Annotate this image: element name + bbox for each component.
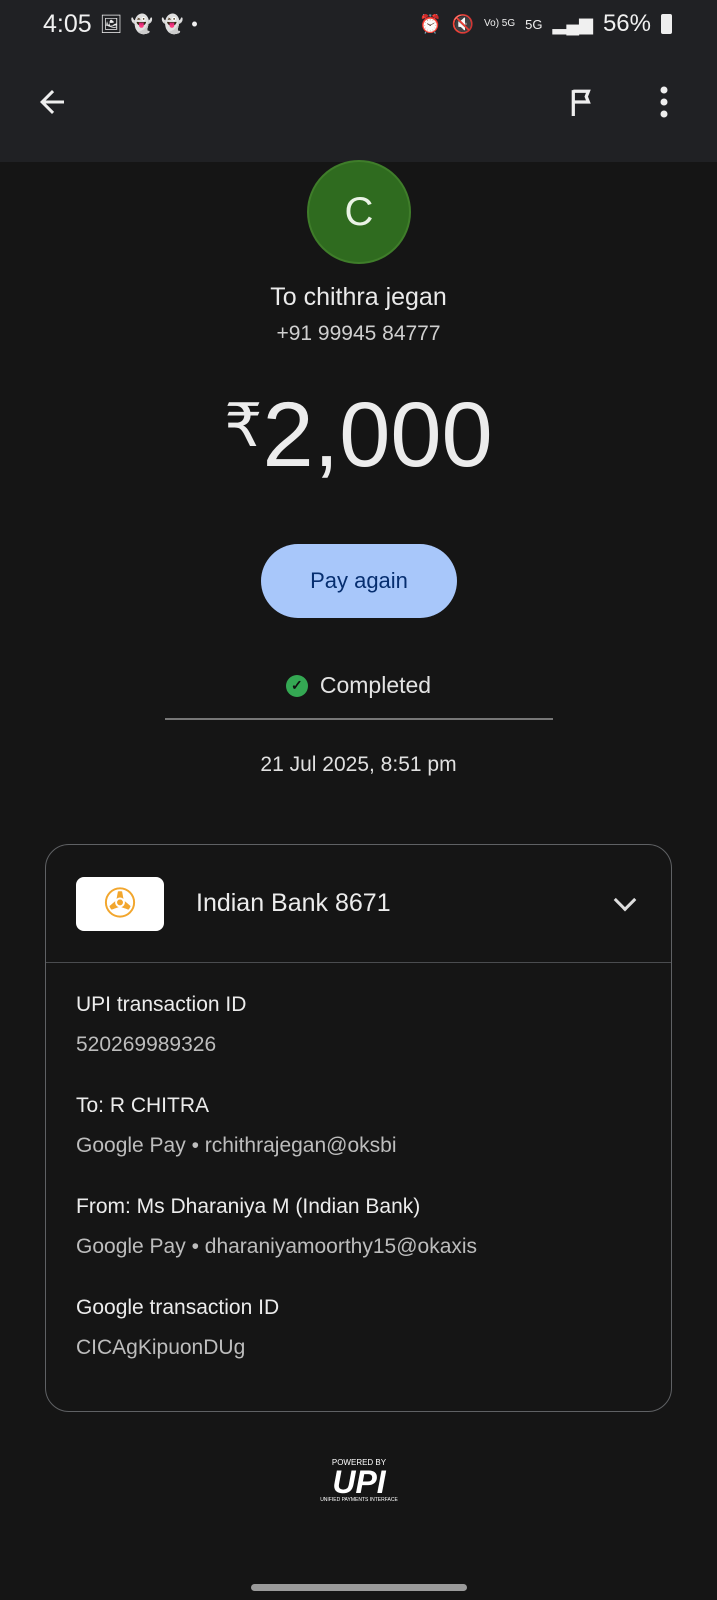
upi-subtitle: UNIFIED PAYMENTS INTERFACE — [320, 1497, 398, 1503]
detail-value: 520269989326 — [76, 1033, 217, 1056]
status: ✓ Completed — [0, 672, 717, 699]
indian-bank-logo-icon: ✇ — [76, 876, 164, 931]
currency-symbol: ₹ — [224, 392, 263, 459]
amount: ₹2,000 — [0, 383, 717, 488]
details-list: UPI transaction ID 520269989326 To: R CH… — [46, 963, 671, 1360]
detail-value: CICAgKipuonDUg — [76, 1336, 246, 1359]
payee-phone: +91 99945 84777 — [276, 322, 441, 345]
alarm-icon: ⏰ — [419, 13, 442, 34]
pay-again-button[interactable]: Pay again — [261, 544, 457, 618]
clock: 4:05 — [43, 9, 92, 38]
upi-logo: POWERED BY UPI UNIFIED PAYMENTS INTERFAC… — [317, 1458, 401, 1503]
detail-value: Google Pay • dharaniyamoorthy15@okaxis — [76, 1235, 478, 1258]
app-bar: 4:05 🖼 👻 👻 • ⏰ 🔇 Vo) 5G 5G ▂▄▆ 56% — [0, 0, 717, 162]
status-bar: 4:05 🖼 👻 👻 • ⏰ 🔇 Vo) 5G 5G ▂▄▆ 56% — [43, 6, 672, 42]
divider — [165, 718, 553, 720]
network-icon: 5G — [525, 16, 543, 32]
detail-label: From: Ms Dharaniya M (Indian Bank) — [76, 1195, 421, 1218]
detail-label: To: R CHITRA — [76, 1094, 210, 1117]
upi-wordmark: UPI — [332, 1464, 386, 1500]
battery-icon — [661, 14, 672, 34]
status-text: Completed — [319, 672, 432, 698]
bank-account-row[interactable]: ✇ Indian Bank 8671 — [46, 845, 671, 963]
home-indicator[interactable] — [251, 1584, 467, 1591]
mute-icon: 🔇 — [451, 13, 475, 34]
detail-label: Google transaction ID — [76, 1296, 280, 1319]
bank-name: Indian Bank 8671 — [196, 889, 391, 917]
gallery-icon: 🖼 — [99, 13, 123, 34]
snapchat-icon: 👻 — [130, 13, 153, 34]
chevron-down-icon[interactable] — [613, 888, 637, 911]
avatar: C — [307, 160, 411, 264]
more-vert-icon[interactable] — [660, 86, 668, 118]
back-arrow-icon[interactable] — [34, 84, 70, 120]
battery-level: 56% — [602, 10, 651, 37]
transaction-date: 21 Jul 2025, 8:51 pm — [260, 753, 457, 776]
payee-name: To chithra jegan — [270, 283, 447, 311]
check-circle-icon: ✓ — [285, 674, 308, 697]
signal-icon: ▂▄▆ — [552, 13, 593, 34]
detail-label: UPI transaction ID — [76, 993, 247, 1016]
transaction-details-card: ✇ Indian Bank 8671 UPI transaction ID 52… — [45, 844, 672, 1412]
snapchat-icon: 👻 — [160, 13, 184, 34]
amount-value: 2,000 — [262, 384, 493, 486]
detail-value: Google Pay • rchithrajegan@oksbi — [76, 1134, 397, 1157]
flag-icon[interactable] — [570, 88, 596, 116]
dot-icon: • — [191, 13, 198, 34]
volte-icon: Vo) 5G — [484, 18, 516, 29]
